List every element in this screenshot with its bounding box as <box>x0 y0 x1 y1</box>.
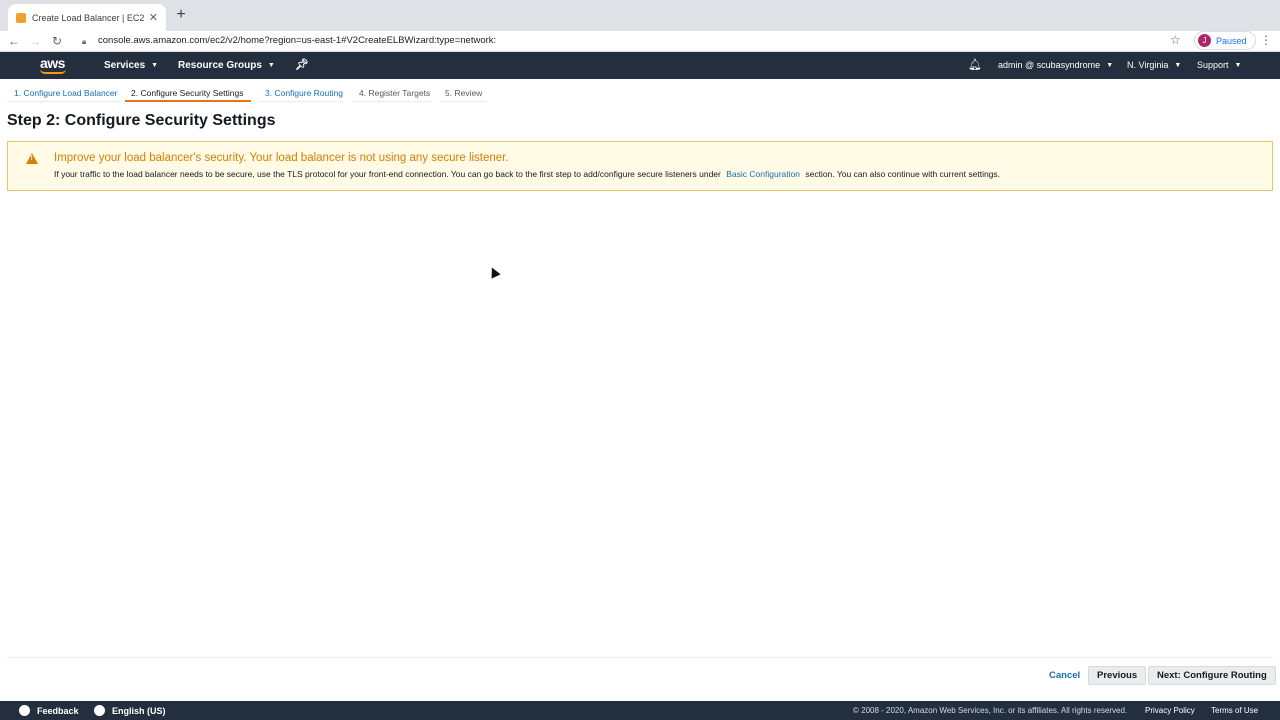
step-separator <box>259 101 343 102</box>
lock-icon: 🔒︎ <box>82 36 87 46</box>
chevron-down-icon: ▼ <box>1174 61 1182 69</box>
step-configure-routing[interactable]: 3. Configure Routing <box>265 88 343 98</box>
chevron-down-icon: ▼ <box>1106 61 1114 69</box>
aws-navbar: aws Services ▼ Resource Groups ▼ 📌︎ 🔔︎ adm… <box>0 52 1280 79</box>
warning-icon <box>26 153 38 164</box>
step-register-targets: 4. Register Targets <box>359 88 431 98</box>
browser-toolbar: ← → ↻ 🔒︎ console.aws.amazon.com/ec2/v2/h… <box>0 31 1280 52</box>
step-separator <box>7 101 119 102</box>
back-icon[interactable]: ← <box>5 32 23 50</box>
cancel-button[interactable]: Cancel <box>1044 667 1085 684</box>
terms-of-use-link[interactable]: Terms of Use <box>1211 706 1258 715</box>
url-text: console.aws.amazon.com/ec2/v2/home?regio… <box>98 35 497 46</box>
step-separator <box>353 101 431 102</box>
previous-button[interactable]: Previous <box>1088 666 1147 685</box>
feedback-label: Feedback <box>37 705 79 716</box>
globe-icon <box>94 705 105 716</box>
alert-headline: Improve your load balancer's security. Y… <box>54 152 509 164</box>
address-bar[interactable]: 🔒︎ console.aws.amazon.com/ec2/v2/home?re… <box>74 31 1188 50</box>
security-warning-alert: Improve your load balancer's security. Y… <box>7 141 1273 191</box>
step-separator <box>440 101 486 102</box>
feedback-button[interactable]: Feedback <box>19 705 79 716</box>
chevron-down-icon: ▼ <box>1234 61 1242 69</box>
aws-footer: Feedback English (US) © 2008 - 2020, Ama… <box>0 701 1280 720</box>
aws-favicon-icon <box>16 12 26 23</box>
close-tab-icon[interactable]: ✕ <box>149 11 158 24</box>
page-title: Step 2: Configure Security Settings <box>7 112 276 129</box>
pin-icon[interactable]: 📌︎ <box>295 58 309 71</box>
new-tab-icon[interactable]: + <box>172 6 190 24</box>
mouse-cursor-icon <box>487 265 501 279</box>
alert-body-text-end: section. You can also continue with curr… <box>805 169 1001 179</box>
action-divider <box>7 657 1273 658</box>
profile-button[interactable]: J Paused <box>1194 31 1256 50</box>
resource-groups-menu[interactable]: Resource Groups ▼ <box>178 60 275 71</box>
services-label: Services <box>104 60 146 71</box>
next-configure-routing-button[interactable]: Next: Configure Routing <box>1148 666 1276 685</box>
browser-tabstrip: Create Load Balancer | EC2 Ma ✕ + <box>0 0 1280 31</box>
step-review: 5. Review <box>445 88 483 98</box>
privacy-policy-link[interactable]: Privacy Policy <box>1145 706 1195 715</box>
active-step-indicator <box>125 100 251 102</box>
notification-bell-icon[interactable]: 🔔︎ <box>968 58 982 71</box>
alert-body-text: If your traffic to the load balancer nee… <box>54 169 721 179</box>
step-configure-security-settings[interactable]: 2. Configure Security Settings <box>131 88 243 98</box>
profile-avatar: J <box>1198 34 1211 47</box>
copyright-text: © 2008 - 2020, Amazon Web Services, Inc.… <box>853 706 1128 715</box>
resource-groups-label: Resource Groups <box>178 60 262 71</box>
forward-icon[interactable]: → <box>26 32 44 50</box>
chevron-down-icon: ▼ <box>151 62 159 69</box>
feedback-icon <box>19 705 30 716</box>
chevron-down-icon: ▼ <box>267 62 275 69</box>
language-selector[interactable]: English (US) <box>94 705 166 716</box>
region-menu[interactable]: N. Virginia ▼ <box>1127 60 1181 70</box>
account-menu[interactable]: admin @ scubasyndrome ▼ <box>998 60 1113 70</box>
support-label: Support <box>1197 60 1229 70</box>
browser-menu-icon[interactable]: ⋮ <box>1260 33 1272 47</box>
alert-body: If your traffic to the load balancer nee… <box>54 169 1000 179</box>
support-menu[interactable]: Support ▼ <box>1197 60 1241 70</box>
browser-tab[interactable]: Create Load Balancer | EC2 Ma ✕ <box>8 4 166 31</box>
step-configure-load-balancer[interactable]: 1. Configure Load Balancer <box>14 88 118 98</box>
account-label: admin @ scubasyndrome <box>998 60 1101 70</box>
region-label: N. Virginia <box>1127 60 1169 70</box>
profile-status: Paused <box>1216 35 1247 46</box>
basic-configuration-link[interactable]: Basic Configuration <box>726 169 800 179</box>
aws-logo[interactable]: aws <box>40 55 66 74</box>
tab-title: Create Load Balancer | EC2 Ma <box>32 12 145 23</box>
reload-icon[interactable]: ↻ <box>48 32 66 50</box>
bookmark-star-icon[interactable]: ☆ <box>1170 33 1181 47</box>
language-label: English (US) <box>112 705 166 716</box>
aws-smile-icon <box>40 69 66 74</box>
services-menu[interactable]: Services ▼ <box>104 60 158 71</box>
